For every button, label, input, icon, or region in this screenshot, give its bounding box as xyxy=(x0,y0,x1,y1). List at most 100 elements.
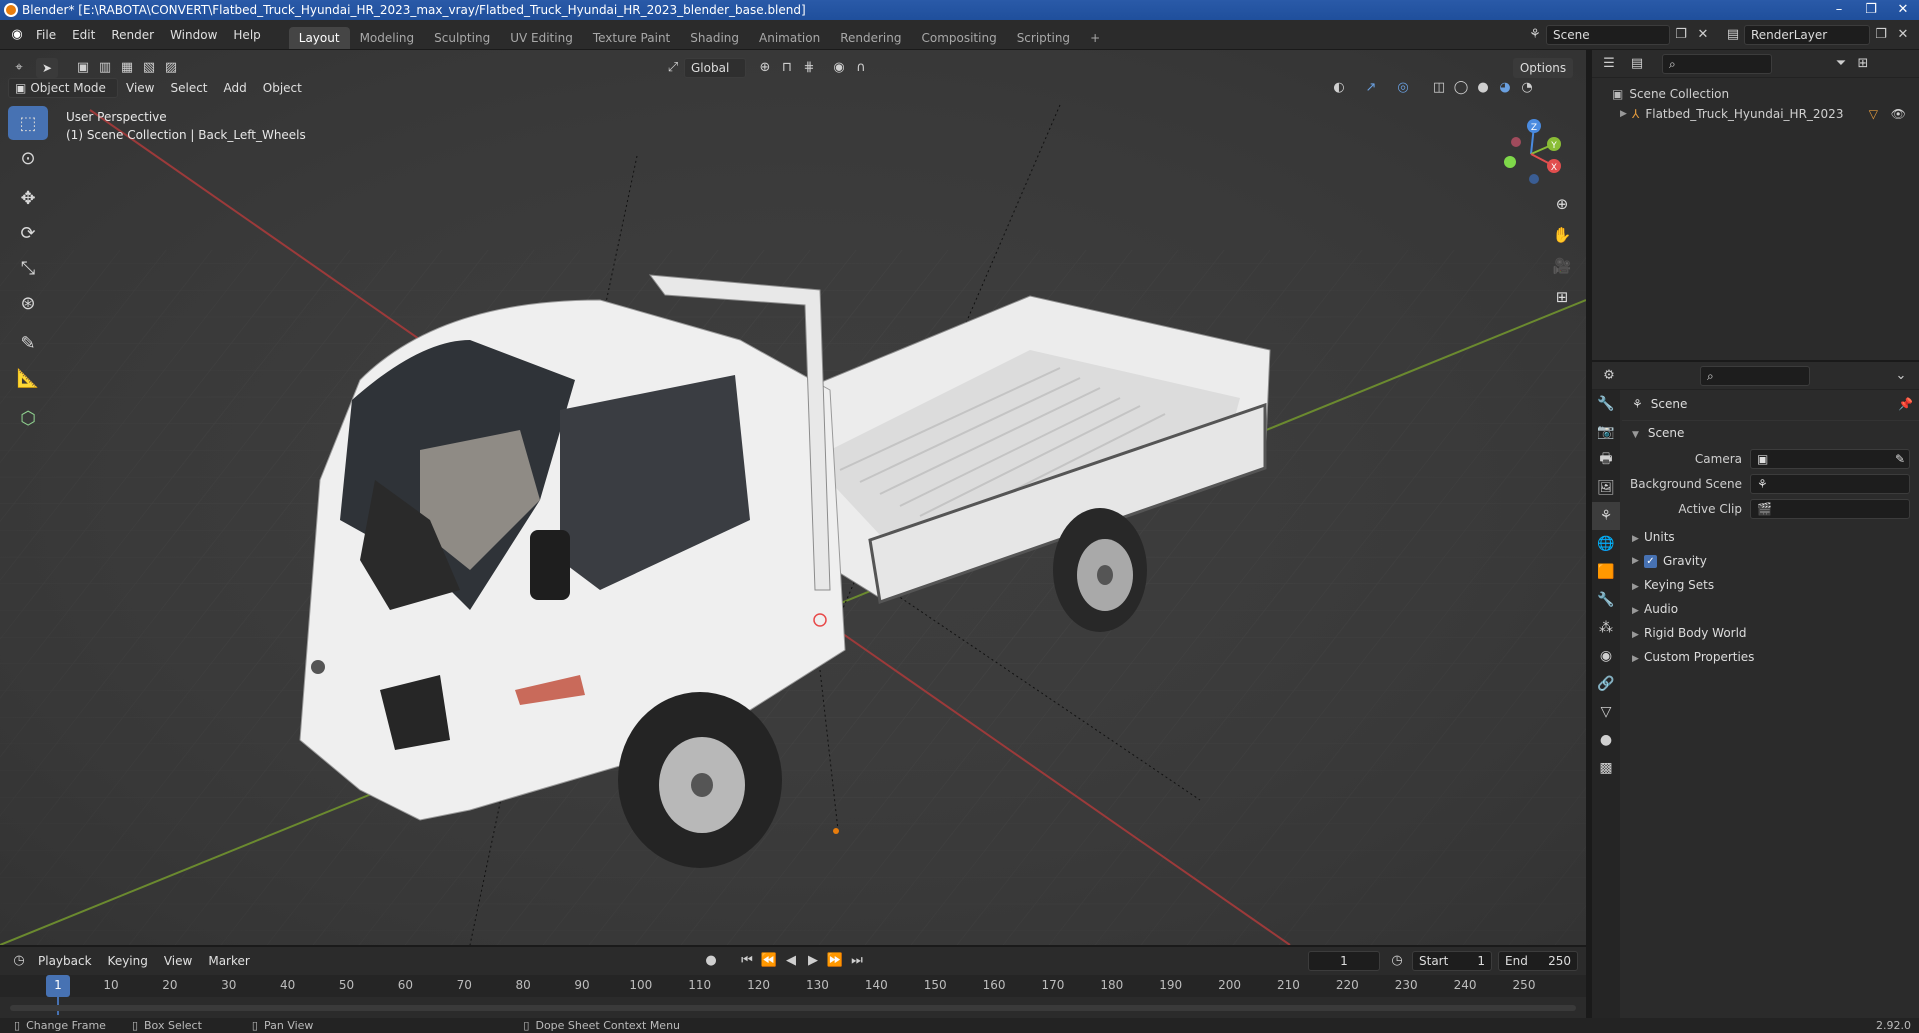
select-tool-icon[interactable]: ➤ xyxy=(36,58,58,78)
tab-sculpting[interactable]: Sculpting xyxy=(424,27,500,49)
measure-tool[interactable]: 📐 xyxy=(8,361,48,395)
timeline-menu-marker[interactable]: Marker xyxy=(200,947,257,975)
3d-viewport[interactable]: ⌖ ➤ ▣ ▥ ▦ ▧ ▨ ⤢ Global ⊕ ⊓ ⋕ ◉ ∩ Options… xyxy=(0,50,1586,945)
rigid-body-world-subpanel[interactable]: ▶ Rigid Body World xyxy=(1622,621,1919,645)
gravity-subpanel[interactable]: ▶ ✓ Gravity xyxy=(1622,549,1919,573)
select-extend-icon[interactable]: ▥ xyxy=(94,58,116,78)
outliner-editor-icon[interactable]: ☰ xyxy=(1598,54,1620,74)
options-button[interactable]: Options xyxy=(1513,58,1573,78)
background-scene-field[interactable]: ⚘ xyxy=(1750,473,1910,494)
modifier-icon[interactable]: ▽ xyxy=(1869,107,1878,121)
timeline-menu-playback[interactable]: Playback xyxy=(30,947,100,975)
minimize-button[interactable]: – xyxy=(1823,1,1855,19)
constraints-tab-icon[interactable]: 🔗 xyxy=(1592,670,1620,698)
scene-section-header[interactable]: ▼ Scene xyxy=(1622,420,1919,444)
zoom-icon[interactable]: ⊕ xyxy=(1548,190,1576,218)
scale-tool[interactable]: ⤡ xyxy=(8,251,48,285)
select-intersect-icon[interactable]: ▨ xyxy=(160,58,182,78)
tab-compositing[interactable]: Compositing xyxy=(911,27,1006,49)
tab-uv-editing[interactable]: UV Editing xyxy=(500,27,583,49)
close-button[interactable]: ✕ xyxy=(1887,1,1919,19)
camera-field[interactable]: ▣ ✎ xyxy=(1750,448,1910,469)
timeline-menu-view[interactable]: View xyxy=(156,947,200,975)
outliner-search-input[interactable]: ⌕ xyxy=(1662,53,1772,74)
material-shading-icon[interactable]: ◕ xyxy=(1494,78,1516,98)
active-clip-field[interactable]: 🎬 xyxy=(1750,498,1910,519)
new-scene-icon[interactable]: ❐ xyxy=(1670,25,1692,45)
keying-sets-subpanel[interactable]: ▶ Keying Sets xyxy=(1622,573,1919,597)
world-tab-icon[interactable]: 🌐 xyxy=(1592,530,1620,558)
timeline-ruler[interactable]: 1 10 20 30 40 50 60 70 80 90 100 110 120 130 140 150 160… xyxy=(0,975,1586,1015)
tab-shading[interactable]: Shading xyxy=(680,27,749,49)
object-tab-icon[interactable]: 🟧 xyxy=(1592,558,1620,586)
play-reverse-icon[interactable]: ◀ xyxy=(780,951,802,971)
tab-modeling[interactable]: Modeling xyxy=(350,27,425,49)
jump-start-icon[interactable]: ⏮ xyxy=(736,951,758,971)
snap-icon[interactable]: ⊓ xyxy=(776,58,798,78)
scene-name-field[interactable]: Scene xyxy=(1546,25,1670,45)
eyedropper-icon[interactable]: ✎ xyxy=(1895,450,1905,468)
visibility-icon[interactable]: ◐ xyxy=(1328,78,1350,98)
tab-animation[interactable]: Animation xyxy=(749,27,830,49)
remove-renderlayer-icon[interactable]: ✕ xyxy=(1892,25,1914,45)
view-layer-tab-icon[interactable]: 🖼 xyxy=(1592,474,1620,502)
annotate-tool[interactable]: ✎ xyxy=(8,326,48,360)
play-icon[interactable]: ▶ xyxy=(802,951,824,971)
restore-button[interactable]: ❐ xyxy=(1855,1,1887,19)
pivot-point-icon[interactable]: ⊕ xyxy=(754,58,776,78)
outliner-item-scene-collection[interactable]: ▣ Scene Collection xyxy=(1612,84,1919,104)
editor-type-icon[interactable]: ⌖ xyxy=(8,58,30,78)
xray-toggle-icon[interactable]: ◫ xyxy=(1428,78,1450,98)
renderlayer-name-field[interactable]: RenderLayer xyxy=(1744,25,1870,45)
current-frame-field[interactable]: 1 xyxy=(1308,951,1380,971)
tab-rendering[interactable]: Rendering xyxy=(830,27,911,49)
material-tab-icon[interactable]: ● xyxy=(1592,726,1620,754)
texture-tab-icon[interactable]: ▩ xyxy=(1592,754,1620,782)
remove-scene-icon[interactable]: ✕ xyxy=(1692,25,1714,45)
properties-search-input[interactable]: ⌕ xyxy=(1700,365,1810,386)
select-invert-icon[interactable]: ▧ xyxy=(138,58,160,78)
camera-view-icon[interactable]: 🎥 xyxy=(1548,252,1576,280)
overlay-toggle-icon[interactable]: ◎ xyxy=(1392,78,1414,98)
menu-window[interactable]: Window xyxy=(162,20,225,50)
properties-editor-icon[interactable]: ⚙ xyxy=(1598,366,1620,386)
display-mode-icon[interactable]: ▤ xyxy=(1626,54,1648,74)
new-renderlayer-icon[interactable]: ❐ xyxy=(1870,25,1892,45)
particles-tab-icon[interactable]: ⁂ xyxy=(1592,614,1620,642)
falloff-icon[interactable]: ∩ xyxy=(850,58,872,78)
wireframe-shading-icon[interactable]: ◯ xyxy=(1450,78,1472,98)
filter-icon[interactable]: ⏷ xyxy=(1830,54,1852,74)
viewport-menu-object[interactable]: Object xyxy=(255,78,310,98)
outliner-item-truck[interactable]: ▶ ⅄ Flatbed_Truck_Hyundai_HR_2023 ▽ 👁 xyxy=(1612,104,1912,124)
add-cube-tool[interactable]: ⬡ xyxy=(8,401,48,435)
preview-range-icon[interactable]: ◷ xyxy=(1386,951,1408,971)
viewport-menu-add[interactable]: Add xyxy=(216,78,255,98)
solid-shading-icon[interactable]: ● xyxy=(1472,78,1494,98)
data-tab-icon[interactable]: ▽ xyxy=(1592,698,1620,726)
units-subpanel[interactable]: ▶ Units xyxy=(1622,525,1919,549)
object-mode-select[interactable]: ▣ Object Mode xyxy=(8,78,118,98)
audio-subpanel[interactable]: ▶ Audio xyxy=(1622,597,1919,621)
pan-hand-icon[interactable]: ✋ xyxy=(1548,221,1576,249)
gravity-checkbox[interactable]: ✓ xyxy=(1644,554,1657,568)
renderlayer-icon[interactable]: ▤ xyxy=(1722,25,1744,45)
physics-tab-icon[interactable]: ◉ xyxy=(1592,642,1620,670)
tool-tab-icon[interactable]: 🔧 xyxy=(1592,390,1620,418)
properties-options-icon[interactable]: ⌄ xyxy=(1890,366,1912,386)
tab-layout[interactable]: Layout xyxy=(288,27,350,49)
jump-keyframe-forward-icon[interactable]: ⏩ xyxy=(824,951,846,971)
menu-render[interactable]: Render xyxy=(103,20,162,50)
timeline-menu-keying[interactable]: Keying xyxy=(100,947,156,975)
ortho-grid-icon[interactable]: ⊞ xyxy=(1548,283,1576,311)
timeline-editor-icon[interactable]: ◷ xyxy=(8,951,30,971)
start-frame-field[interactable]: Start 1 xyxy=(1412,951,1492,971)
custom-properties-subpanel[interactable]: ▶ Custom Properties xyxy=(1622,645,1919,669)
end-frame-field[interactable]: End 250 xyxy=(1498,951,1578,971)
new-collection-icon[interactable]: ⊞ xyxy=(1852,54,1874,74)
add-workspace-button[interactable]: + xyxy=(1080,27,1110,49)
render-tab-icon[interactable]: 📷 xyxy=(1592,418,1620,446)
navigation-gizmo[interactable]: Z Y X xyxy=(1496,114,1566,194)
rotate-tool[interactable]: ⟳ xyxy=(8,216,48,250)
output-tab-icon[interactable]: 🖶 xyxy=(1592,446,1620,474)
record-icon[interactable]: ● xyxy=(700,951,722,971)
